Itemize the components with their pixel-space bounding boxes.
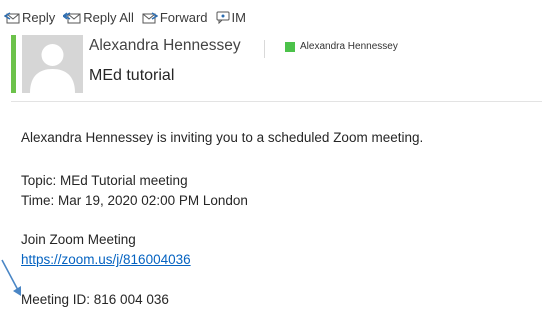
join-meeting-link[interactable]: https://zoom.us/j/816004036 [21, 252, 191, 267]
im-icon [216, 11, 230, 24]
im-label: IM [231, 9, 246, 25]
category-color-swatch [285, 41, 295, 52]
message-subject: MEd tutorial [89, 67, 175, 84]
forward-button[interactable]: Forward [142, 10, 208, 25]
reply-all-button[interactable]: Reply All [63, 10, 134, 25]
category-label: Alexandra Hennessey [300, 41, 398, 52]
invitation-text: Alexandra Hennessey is inviting you to a… [21, 130, 424, 145]
annotation-arrow [1, 259, 21, 296]
reply-all-label: Reply All [83, 9, 134, 25]
sender-accent-bar [11, 35, 16, 93]
category-tag[interactable]: Alexandra Hennessey [285, 41, 398, 52]
meeting-time: Time: Mar 19, 2020 02:00 PM London [21, 193, 248, 208]
sender-name[interactable]: Alexandra Hennessey [89, 37, 241, 55]
person-icon [30, 44, 75, 93]
reply-button[interactable]: Reply [4, 10, 55, 25]
reply-all-icon [63, 12, 81, 24]
meeting-id: Meeting ID: 816 004 036 [21, 292, 169, 307]
forward-label: Forward [159, 9, 208, 25]
message-header: Alexandra Hennessey Alexandra Hennessey … [11, 35, 542, 102]
message-toolbar: Reply Reply All Forward IM [4, 7, 246, 27]
meeting-topic: Topic: MEd Tutorial meeting [21, 173, 188, 188]
avatar[interactable] [22, 35, 83, 93]
join-label: Join Zoom Meeting [21, 232, 136, 247]
forward-icon [142, 12, 158, 24]
header-divider [264, 40, 265, 58]
im-button[interactable]: IM [216, 10, 246, 25]
reply-label: Reply [22, 9, 56, 25]
reply-icon [4, 12, 20, 24]
message-body: Alexandra Hennessey is inviting you to a… [21, 128, 537, 310]
